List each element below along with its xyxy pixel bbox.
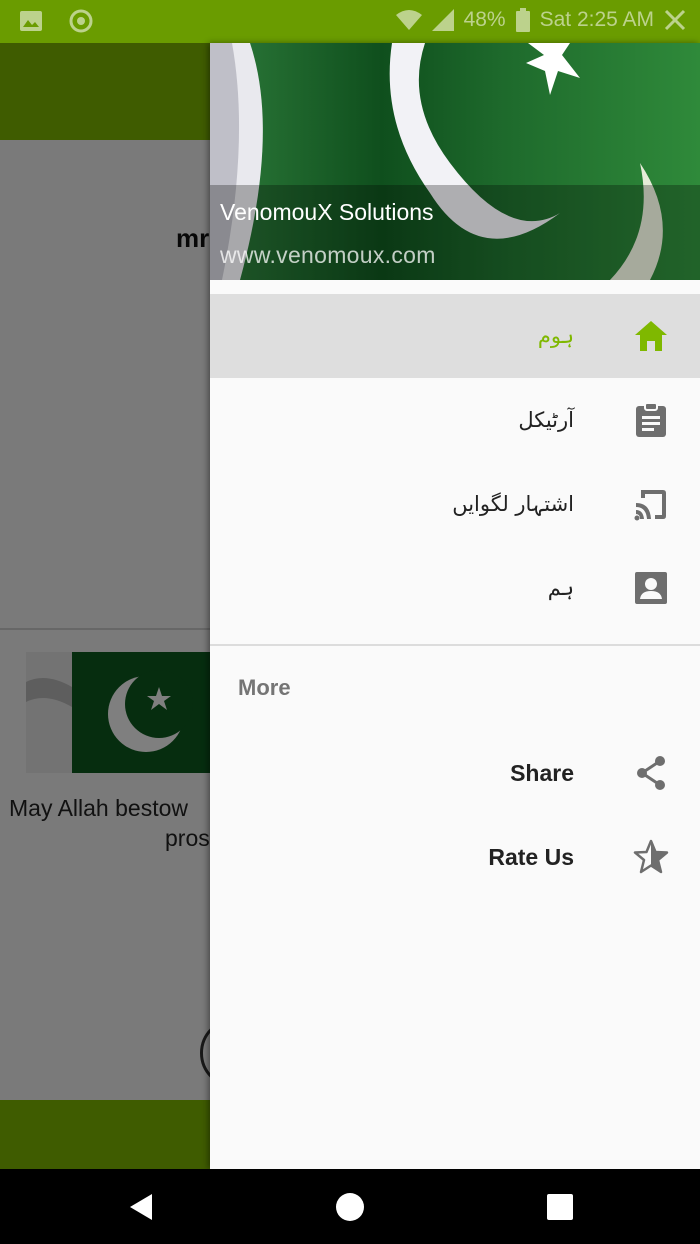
image-notification-icon (20, 11, 42, 31)
battery-icon (515, 8, 530, 32)
share-icon (637, 756, 665, 790)
drawer-item-label: Share (510, 760, 574, 786)
star-half-icon (633, 839, 669, 874)
drawer-item-advertise[interactable]: اشتہار لگوایں (210, 462, 700, 546)
drawer-item-article[interactable]: آرٹیکل (210, 378, 700, 462)
drawer-item-label: Rate Us (488, 844, 574, 870)
system-navigation-bar (0, 1169, 700, 1244)
sync-notification-icon (69, 9, 93, 33)
battery-percent: 48% (463, 8, 506, 31)
drawer-header: VenomouX Solutions www.venomoux.com (210, 43, 700, 280)
contact-card-icon (635, 572, 667, 604)
back-icon[interactable] (126, 1191, 158, 1223)
drawer-divider (210, 644, 700, 646)
home-nav-icon[interactable] (334, 1191, 366, 1223)
drawer-item-share[interactable]: Share (210, 731, 700, 815)
drawer-item-label: ہوم (537, 324, 574, 348)
status-right: 48% Sat 2:25 AM (395, 8, 686, 32)
drawer-header-subtitle: www.venomoux.com (220, 242, 436, 268)
recents-icon[interactable] (544, 1191, 576, 1223)
notification-icons (18, 8, 94, 34)
drawer-item-label: اشتہار لگوایں (452, 492, 574, 516)
cellular-signal-icon (431, 9, 454, 31)
signal-off-icon (664, 9, 686, 31)
drawer-header-title: VenomouX Solutions (220, 199, 434, 225)
wifi-icon (395, 10, 422, 30)
drawer-item-label: ہم (547, 576, 574, 600)
section-header-more: More (238, 675, 291, 700)
home-icon (635, 321, 667, 351)
navigation-drawer: VenomouX Solutions www.venomoux.com ہوم … (210, 43, 700, 1169)
clock: Sat 2:25 AM (539, 8, 654, 31)
drawer-item-rate-us[interactable]: Rate Us (210, 815, 700, 899)
drawer-item-label: آرٹیکل (518, 408, 574, 432)
drawer-item-home[interactable]: ہوم (210, 294, 700, 378)
status-bar: 48% Sat 2:25 AM (0, 0, 700, 43)
drawer-item-about[interactable]: ہم (210, 546, 700, 630)
clipboard-icon (636, 402, 666, 437)
cast-icon (634, 490, 666, 521)
